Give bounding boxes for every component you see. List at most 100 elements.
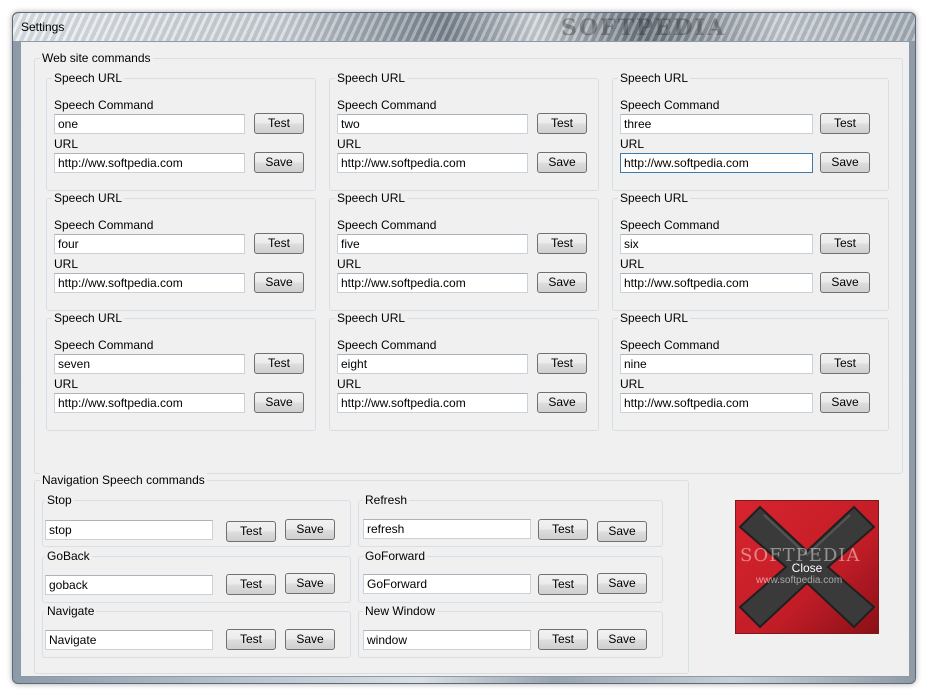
stop-test-button[interactable]: Test: [226, 521, 276, 542]
goback-save-button[interactable]: Save: [285, 573, 335, 594]
speech-command-label: Speech Command: [620, 218, 720, 232]
goforward-command-input[interactable]: GoForward: [363, 574, 531, 594]
speech-command-input[interactable]: five: [337, 234, 528, 254]
speech-url-title: Speech URL: [618, 311, 691, 325]
url-label: URL: [54, 377, 79, 391]
test-button[interactable]: Test: [537, 233, 587, 254]
nav-goforward-title: GoForward: [363, 549, 428, 563]
speech-url-title: Speech URL: [52, 311, 125, 325]
new-window-test-button[interactable]: Test: [538, 629, 588, 650]
url-label: URL: [620, 257, 645, 271]
goback-test-button[interactable]: Test: [226, 574, 276, 595]
url-label: URL: [54, 137, 79, 151]
url-input[interactable]: http://ww.softpedia.com: [54, 393, 245, 413]
url-label: URL: [337, 137, 362, 151]
speech-url-box-3: [612, 78, 889, 191]
stop-save-button[interactable]: Save: [285, 519, 335, 540]
client-area: Web site commands Speech URL Speech Comm…: [20, 41, 910, 677]
url-input[interactable]: http://ww.softpedia.com: [337, 393, 528, 413]
speech-command-label: Speech Command: [54, 98, 154, 112]
refresh-save-button[interactable]: Save: [597, 521, 647, 542]
speech-command-input[interactable]: three: [620, 114, 813, 134]
save-button[interactable]: Save: [537, 392, 587, 413]
speech-command-input[interactable]: eight: [337, 354, 528, 374]
speech-command-label: Speech Command: [54, 338, 154, 352]
navigate-test-button[interactable]: Test: [226, 629, 276, 650]
nav-refresh-title: Refresh: [363, 493, 410, 507]
speech-command-input[interactable]: nine: [620, 354, 813, 374]
save-button[interactable]: Save: [254, 272, 304, 293]
new-window-command-input[interactable]: window: [363, 630, 531, 650]
test-button[interactable]: Test: [254, 353, 304, 374]
speech-url-box-4: [46, 198, 316, 311]
save-button[interactable]: Save: [820, 152, 870, 173]
speech-url-title: Speech URL: [52, 191, 125, 205]
save-button[interactable]: Save: [820, 272, 870, 293]
url-input[interactable]: http://ww.softpedia.com: [620, 393, 813, 413]
title-bar[interactable]: Settings SOFTPEDIA: [13, 13, 915, 41]
save-button[interactable]: Save: [254, 392, 304, 413]
speech-command-input[interactable]: six: [620, 234, 813, 254]
url-label: URL: [54, 257, 79, 271]
save-button[interactable]: Save: [820, 392, 870, 413]
test-button[interactable]: Test: [537, 113, 587, 134]
speech-command-input[interactable]: two: [337, 114, 528, 134]
test-button[interactable]: Test: [820, 353, 870, 374]
goforward-save-button[interactable]: Save: [597, 573, 647, 594]
speech-url-box-6: [612, 198, 889, 311]
test-button[interactable]: Test: [254, 233, 304, 254]
url-input[interactable]: http://ww.softpedia.com: [620, 273, 813, 293]
nav-new-window-title: New Window: [363, 604, 438, 618]
speech-url-title: Speech URL: [335, 71, 408, 85]
url-label: URL: [337, 377, 362, 391]
speech-command-label: Speech Command: [620, 98, 720, 112]
close-label: Close: [791, 561, 823, 575]
url-input[interactable]: http://ww.softpedia.com: [620, 153, 813, 173]
refresh-command-input[interactable]: refresh: [363, 519, 531, 539]
save-button[interactable]: Save: [537, 272, 587, 293]
speech-url-box-5: [329, 198, 599, 311]
speech-command-input[interactable]: seven: [54, 354, 245, 374]
speech-command-label: Speech Command: [54, 218, 154, 232]
speech-url-box-9: [612, 318, 889, 431]
web-site-commands-label: Web site commands: [40, 51, 153, 65]
url-input[interactable]: http://ww.softpedia.com: [54, 153, 245, 173]
stop-command-input[interactable]: stop: [45, 520, 213, 540]
speech-url-box-1: [46, 78, 316, 191]
navigate-command-input[interactable]: Navigate: [45, 630, 213, 650]
url-label: URL: [620, 377, 645, 391]
url-input[interactable]: http://ww.softpedia.com: [337, 273, 528, 293]
speech-url-title: Speech URL: [52, 71, 125, 85]
speech-command-label: Speech Command: [337, 218, 437, 232]
speech-url-title: Speech URL: [335, 311, 408, 325]
test-button[interactable]: Test: [820, 113, 870, 134]
close-watermark-url: www.softpedia.com: [756, 575, 843, 586]
close-button[interactable]: SOFTPEDIA Close www.softpedia.com: [735, 500, 879, 634]
speech-command-input[interactable]: one: [54, 114, 245, 134]
new-window-save-button[interactable]: Save: [597, 629, 647, 650]
settings-window: Settings SOFTPEDIA Web site commands Spe…: [12, 12, 916, 684]
title-watermark: SOFTPEDIA: [561, 15, 726, 41]
speech-command-label: Speech Command: [620, 338, 720, 352]
test-button[interactable]: Test: [820, 233, 870, 254]
speech-command-label: Speech Command: [337, 338, 437, 352]
goback-command-input[interactable]: goback: [45, 575, 213, 595]
speech-command-input[interactable]: four: [54, 234, 245, 254]
nav-goback-title: GoBack: [45, 549, 92, 563]
url-input[interactable]: http://ww.softpedia.com: [337, 153, 528, 173]
url-label: URL: [337, 257, 362, 271]
speech-command-label: Speech Command: [337, 98, 437, 112]
navigate-save-button[interactable]: Save: [285, 629, 335, 650]
refresh-test-button[interactable]: Test: [538, 519, 588, 540]
url-label: URL: [620, 137, 645, 151]
speech-url-title: Speech URL: [618, 71, 691, 85]
speech-url-box-8: [329, 318, 599, 431]
test-button[interactable]: Test: [254, 113, 304, 134]
goforward-test-button[interactable]: Test: [538, 574, 588, 595]
speech-url-title: Speech URL: [335, 191, 408, 205]
speech-url-box-2: [329, 78, 599, 191]
save-button[interactable]: Save: [254, 152, 304, 173]
test-button[interactable]: Test: [537, 353, 587, 374]
save-button[interactable]: Save: [537, 152, 587, 173]
url-input[interactable]: http://ww.softpedia.com: [54, 273, 245, 293]
